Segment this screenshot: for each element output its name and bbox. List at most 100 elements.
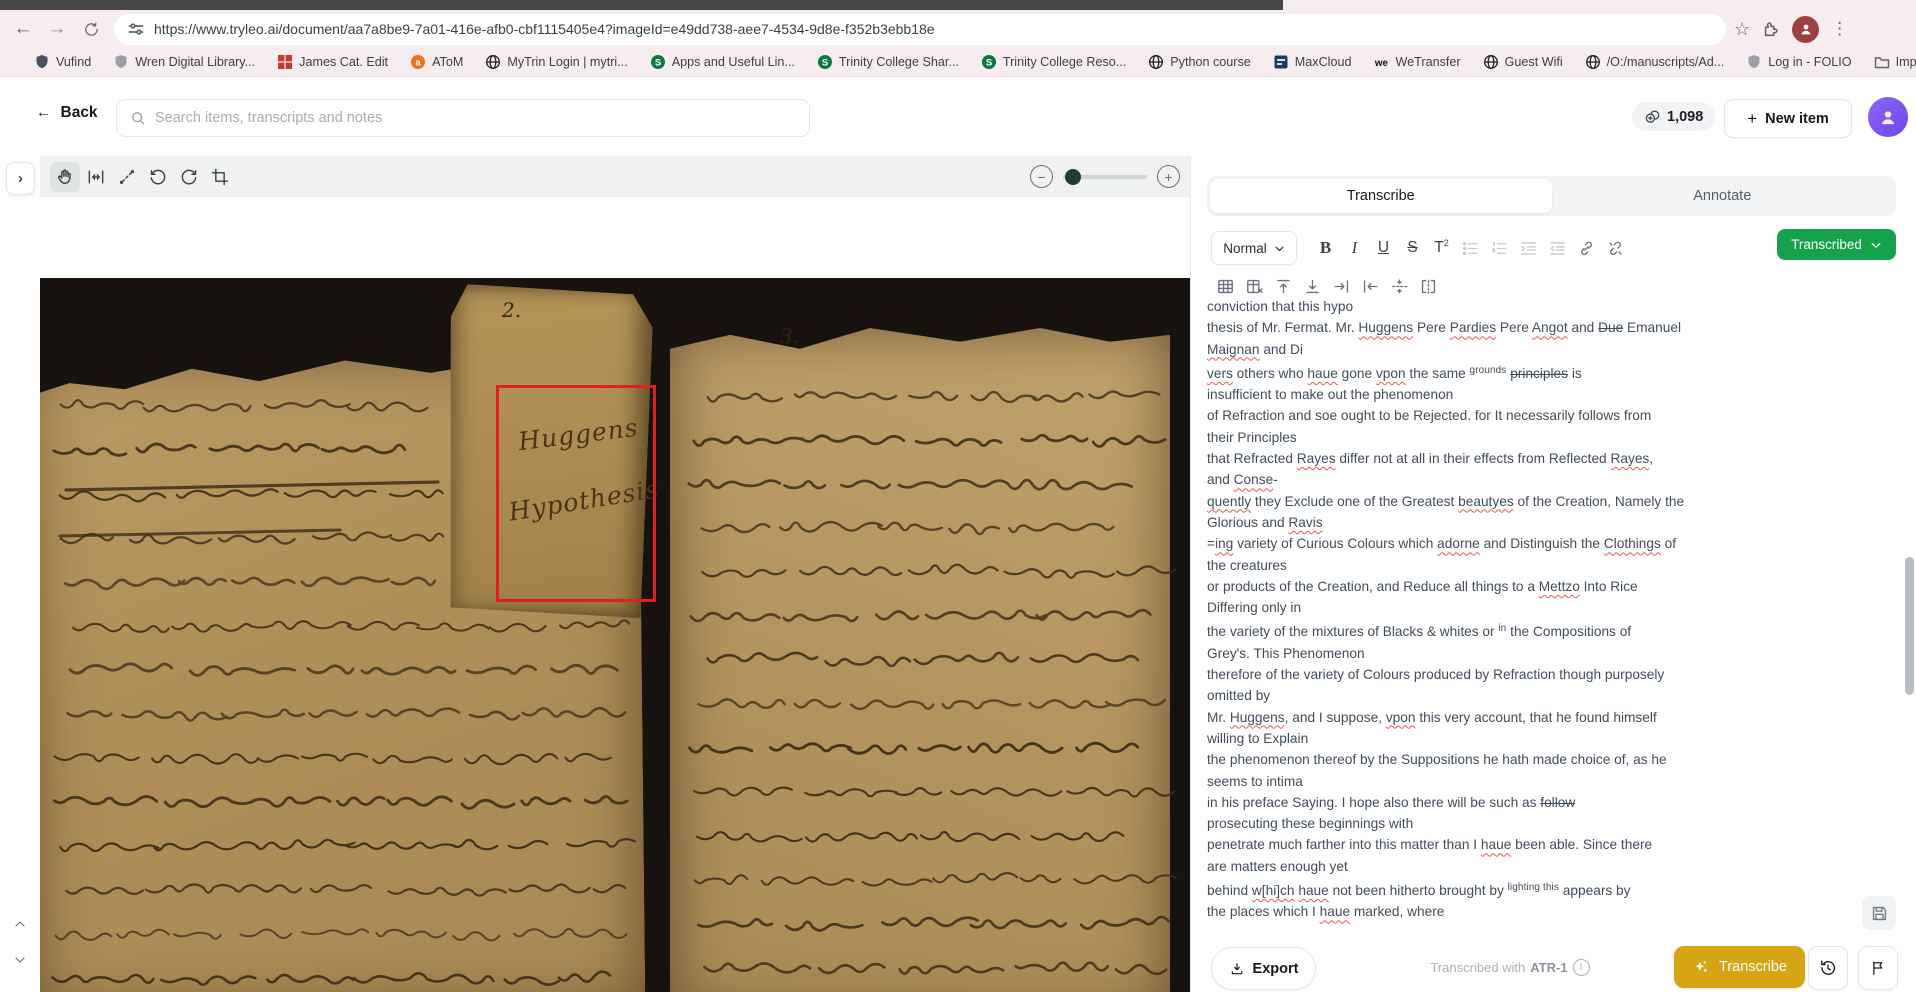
- history-button[interactable]: [1808, 946, 1848, 990]
- bookmark-item[interactable]: Log in - FOLIO: [1746, 54, 1852, 70]
- transcript-line: Mr. Huggens, and I suppose, vpon this ve…: [1207, 709, 1657, 725]
- transcribe-button[interactable]: Transcribe: [1674, 946, 1805, 988]
- bookmark-item[interactable]: MaxCloud: [1273, 54, 1352, 70]
- bullet-list-icon: [1462, 241, 1478, 255]
- collapse-down-button[interactable]: [8, 948, 32, 972]
- browser-toolbar: ← → https://www.tryleo.ai/document/aa7a8…: [0, 10, 1916, 48]
- crop-tool-button[interactable]: [205, 162, 235, 192]
- bookmark-item[interactable]: MyTrin Login | mytri...: [485, 54, 628, 70]
- zoom-slider-knob[interactable]: [1065, 168, 1081, 185]
- clock-history-icon: [1821, 960, 1836, 975]
- unlink-button[interactable]: [1601, 234, 1630, 263]
- rotate-right-button[interactable]: [174, 162, 204, 192]
- transcript-line: Glorious and Ravis: [1207, 514, 1323, 530]
- floppy-save-icon: [1872, 906, 1886, 920]
- collapse-up-button[interactable]: [8, 912, 32, 936]
- bookmark-item[interactable]: Guest Wifi: [1483, 54, 1563, 70]
- bookmark-item[interactable]: S Trinity College Shar...: [817, 54, 959, 70]
- browser-menu-icon[interactable]: ⋮: [1831, 19, 1849, 39]
- bookmark-item[interactable]: a AToM: [410, 54, 463, 70]
- grid-favicon: [278, 55, 293, 69]
- globe-favicon: [486, 55, 501, 69]
- indent-button[interactable]: [1514, 234, 1543, 263]
- engine-note: Transcribed with ATR-1 i: [1380, 947, 1640, 988]
- save-button[interactable]: [1862, 896, 1896, 930]
- zoom-slider[interactable]: [1063, 168, 1147, 185]
- bookmark-label: MyTrin Login | mytri...: [507, 55, 628, 69]
- measure-tool-button[interactable]: [112, 162, 142, 192]
- svg-text:we: we: [1374, 58, 1388, 69]
- status-dropdown-button[interactable]: Transcribed: [1777, 229, 1896, 260]
- credits-badge[interactable]: 1,098: [1632, 102, 1716, 131]
- bookmark-item[interactable]: /O:/manuscripts/Ad...: [1585, 54, 1724, 70]
- fit-width-button[interactable]: [81, 162, 111, 192]
- site-settings-icon[interactable]: [128, 21, 144, 37]
- zoom-out-button[interactable]: −: [1030, 165, 1053, 188]
- flag-button[interactable]: [1858, 946, 1898, 990]
- transcript-line: Maignan and Di: [1207, 341, 1303, 357]
- italic-button[interactable]: I: [1340, 234, 1369, 263]
- bookmark-item[interactable]: James Cat. Edit: [277, 54, 388, 70]
- bookmarks-bar: Vufind Wren Digital Library... James Cat. …: [0, 48, 1916, 77]
- shield-favicon: [1748, 55, 1760, 69]
- letter-favicon: S: [981, 55, 996, 69]
- panel-expand-button[interactable]: ›: [6, 162, 35, 195]
- tab-annotate[interactable]: Annotate: [1552, 179, 1894, 213]
- coins-icon: [1645, 110, 1660, 123]
- bookmark-item[interactable]: S Apps and Useful Lin...: [650, 54, 795, 70]
- url-text: https://www.tryleo.ai/document/aa7a8be9-…: [154, 21, 935, 37]
- chevron-down-icon: [15, 957, 25, 963]
- bookmark-item[interactable]: S Trinity College Reso...: [981, 54, 1126, 70]
- paragraph-style-dropdown[interactable]: Normal: [1211, 231, 1297, 265]
- transcript-line: prosecuting these beginnings with: [1207, 816, 1414, 832]
- bookmark-label: AToM: [432, 55, 464, 69]
- manuscript-image[interactable]: 2. 3. Huggens Hypothesis: [40, 278, 1190, 992]
- transcript-line: of Refraction and soe ought to be Reject…: [1207, 408, 1652, 424]
- engine-name: ATR-1: [1530, 960, 1568, 975]
- superscript-button[interactable]: T2: [1427, 234, 1456, 263]
- browser-forward-button[interactable]: →: [40, 12, 74, 46]
- format-toolbar-row1: Normal B I U S T2: [1211, 231, 1630, 265]
- search-input[interactable]: Search items, transcripts and notes: [116, 99, 810, 137]
- bookmark-item[interactable]: Python course: [1148, 54, 1251, 70]
- browser-reload-button[interactable]: [74, 12, 108, 46]
- fit-width-icon: [88, 169, 104, 184]
- pan-tool-button[interactable]: [50, 161, 80, 192]
- outdent-button[interactable]: [1543, 234, 1572, 263]
- address-bar[interactable]: https://www.tryleo.ai/document/aa7a8be9-…: [114, 13, 1726, 45]
- strikethrough-button[interactable]: S: [1398, 234, 1427, 263]
- transcript-editor[interactable]: conviction that this hypo thesis of Mr. F…: [1207, 296, 1737, 928]
- svg-text:S: S: [822, 58, 828, 69]
- browser-back-button[interactable]: ←: [6, 12, 40, 46]
- bookmark-item[interactable]: Wren Digital Library...: [113, 54, 255, 70]
- bookmark-item[interactable]: Vufind: [34, 54, 91, 70]
- bookmark-item[interactable]: Imported: [1874, 54, 1916, 70]
- annotation-box[interactable]: [496, 385, 656, 602]
- transcribe-label: Transcribe: [1719, 959, 1787, 975]
- back-button[interactable]: ← Back: [36, 104, 98, 122]
- bookmark-item[interactable]: we WeTransfer: [1374, 54, 1461, 70]
- rotate-left-button[interactable]: [143, 162, 173, 192]
- export-button[interactable]: Export: [1211, 947, 1316, 990]
- tab-transcribe[interactable]: Transcribe: [1210, 179, 1552, 213]
- transcript-line: quently they Exclude one of the Greatest…: [1207, 493, 1685, 509]
- crop-icon: [211, 168, 229, 185]
- bullet-list-button[interactable]: [1456, 234, 1485, 263]
- user-avatar[interactable]: [1868, 97, 1908, 137]
- link-button[interactable]: [1572, 234, 1601, 263]
- extensions-puzzle-icon[interactable]: [1762, 20, 1780, 38]
- scrollbar-thumb[interactable]: [1905, 557, 1914, 695]
- browser-profile-avatar[interactable]: [1792, 15, 1820, 43]
- underline-button[interactable]: U: [1369, 234, 1398, 263]
- person-icon: [1800, 24, 1811, 35]
- new-item-button[interactable]: + New item: [1724, 99, 1852, 138]
- browser-tab-strip-dark: [0, 0, 1283, 10]
- engine-prefix: Transcribed with: [1430, 960, 1526, 975]
- zoom-in-button[interactable]: +: [1157, 165, 1180, 188]
- transcript-line: =ing variety of Curious Colours which ad…: [1207, 536, 1677, 552]
- info-icon[interactable]: i: [1572, 959, 1590, 976]
- transcript-line: their Principles: [1207, 429, 1297, 445]
- numbered-list-button[interactable]: [1485, 234, 1514, 263]
- bold-button[interactable]: B: [1311, 234, 1340, 263]
- bookmark-star-icon[interactable]: ☆: [1734, 19, 1750, 40]
